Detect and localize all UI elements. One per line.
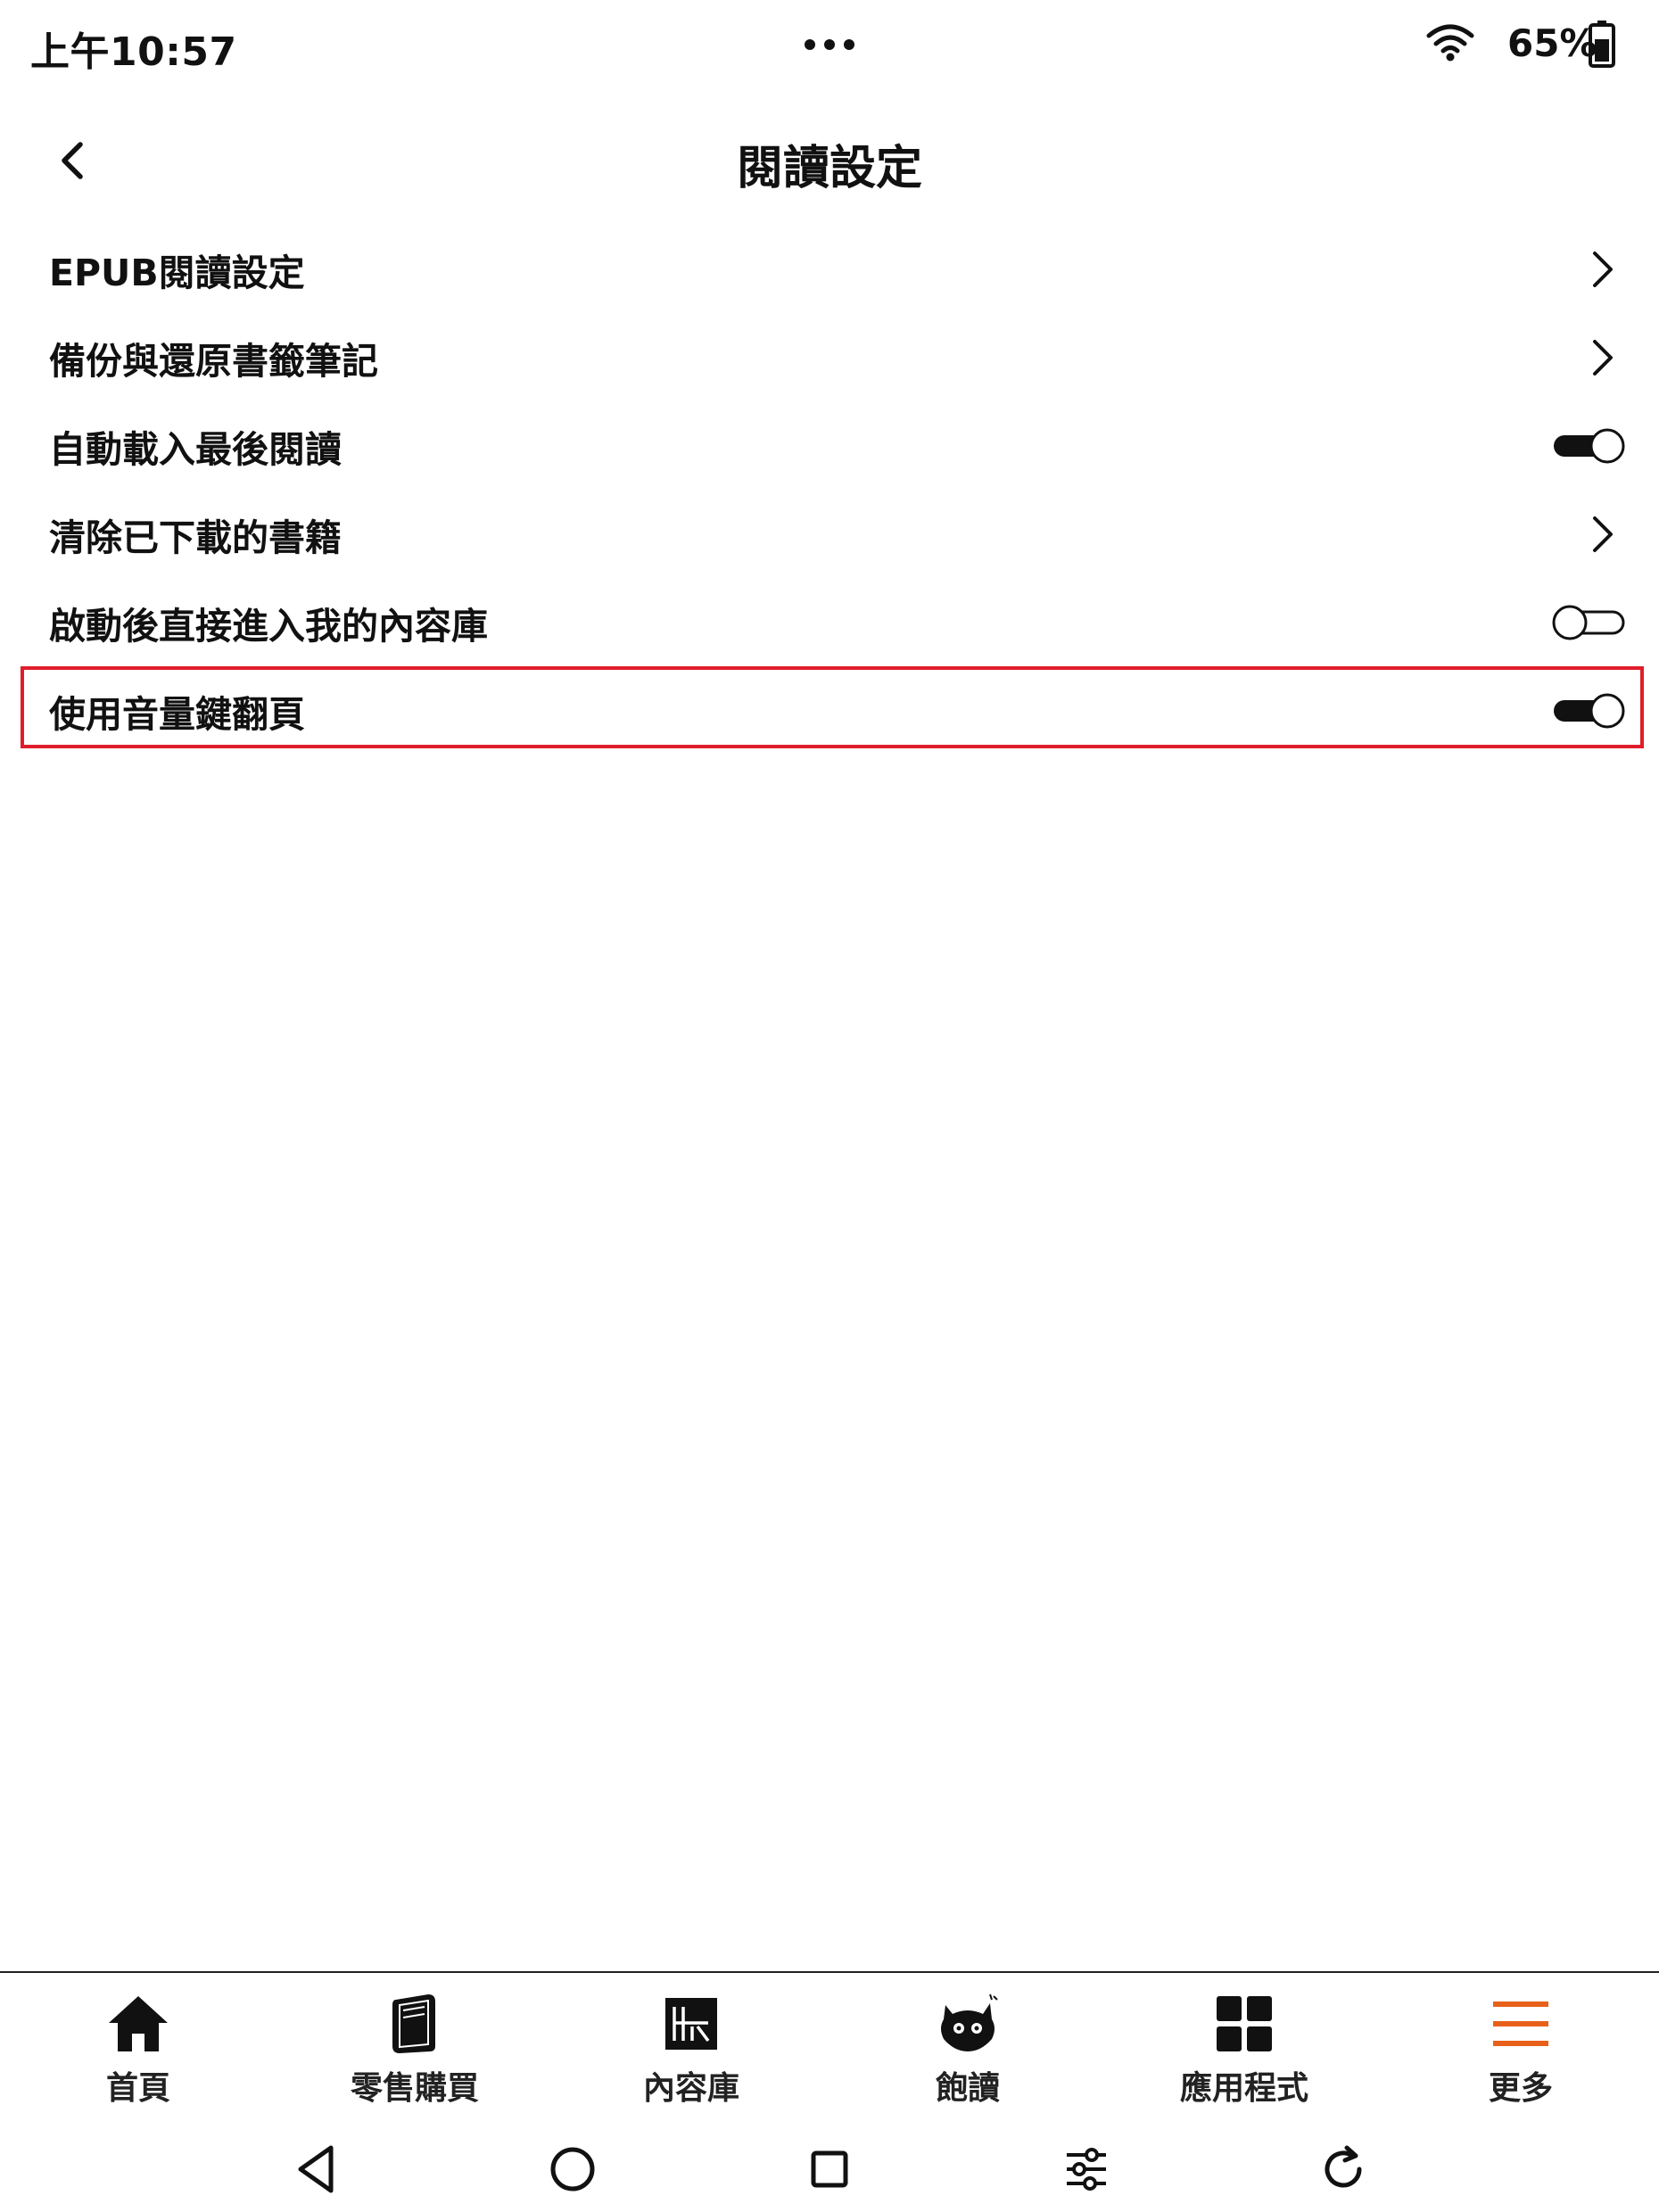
setting-label: 備份與還原書籤筆記 bbox=[49, 339, 378, 383]
menu-icon bbox=[1493, 2002, 1548, 2046]
setting-label: 使用音量鍵翻頁 bbox=[49, 692, 305, 736]
page-title: 閱讀設定 bbox=[736, 142, 922, 195]
page: 上午10:57 65% 閱讀設定 EPUB閱讀設定 備份與還原書籤筆記 自動載入… bbox=[0, 0, 1659, 2212]
setting-clear-downloads[interactable]: 清除已下載的書籍 bbox=[0, 490, 1659, 578]
toggle-switch-off[interactable] bbox=[1552, 605, 1627, 640]
settings-sliders-icon[interactable] bbox=[1060, 2142, 1113, 2196]
toggle-switch-on[interactable] bbox=[1552, 428, 1627, 464]
battery-percent: 65% bbox=[1507, 21, 1597, 65]
nav-label: 零售購買 bbox=[350, 2070, 479, 2107]
nav-home[interactable]: 首頁 bbox=[0, 1973, 276, 2116]
setting-open-library[interactable]: 啟動後直接進入我的內容庫 bbox=[0, 578, 1659, 666]
setting-label: 清除已下載的書籍 bbox=[49, 516, 342, 559]
setting-label: 啟動後直接進入我的內容庫 bbox=[49, 604, 488, 648]
status-bar: 上午10:57 65% bbox=[0, 0, 1659, 93]
header: 閱讀設定 bbox=[0, 107, 1659, 214]
more-dots-icon bbox=[805, 39, 854, 50]
setting-epub[interactable]: EPUB閱讀設定 bbox=[0, 225, 1659, 313]
library-icon bbox=[665, 1998, 717, 2050]
mascot-icon bbox=[941, 1993, 998, 2051]
nav-more[interactable]: 更多 bbox=[1382, 1973, 1659, 2116]
nav-library[interactable]: 內容庫 bbox=[553, 1973, 830, 2116]
battery-icon bbox=[1589, 21, 1615, 68]
nav-label: 內容庫 bbox=[642, 2070, 739, 2107]
back-triangle-icon[interactable] bbox=[290, 2142, 343, 2196]
nav-label: 更多 bbox=[1488, 2070, 1553, 2107]
setting-volume-key-page[interactable]: 使用音量鍵翻頁 bbox=[0, 666, 1659, 755]
settings-list: EPUB閱讀設定 備份與還原書籤筆記 自動載入最後閱讀 清除已下載的書籍 啟動後… bbox=[0, 225, 1659, 755]
nav-subscription[interactable]: 飽讀 bbox=[830, 1973, 1106, 2116]
status-time: 上午10:57 bbox=[30, 29, 237, 75]
bottom-nav: 首頁 零售購買 內容庫 飽讀 應用程式 更多 bbox=[0, 1973, 1659, 2116]
apps-grid-icon bbox=[1217, 1996, 1272, 2051]
toggle-switch-on[interactable] bbox=[1552, 693, 1627, 729]
nav-label: 首頁 bbox=[105, 2070, 170, 2107]
recents-square-icon[interactable] bbox=[803, 2142, 856, 2196]
refresh-icon[interactable] bbox=[1316, 2142, 1370, 2196]
book-icon bbox=[392, 1994, 435, 2053]
home-icon bbox=[109, 1996, 168, 2051]
chevron-right-icon bbox=[1593, 516, 1613, 552]
nav-retail[interactable]: 零售購買 bbox=[276, 1973, 553, 2116]
nav-label: 應用程式 bbox=[1179, 2070, 1308, 2107]
chevron-right-icon bbox=[1593, 339, 1613, 376]
setting-label: 自動載入最後閱讀 bbox=[49, 427, 342, 471]
nav-label: 飽讀 bbox=[935, 2070, 1000, 2107]
chevron-right-icon bbox=[1593, 251, 1613, 287]
setting-backup-restore[interactable]: 備份與還原書籤筆記 bbox=[0, 313, 1659, 401]
wifi-icon bbox=[1426, 24, 1474, 62]
system-nav bbox=[0, 2123, 1659, 2212]
home-circle-icon[interactable] bbox=[546, 2142, 599, 2196]
nav-apps[interactable]: 應用程式 bbox=[1106, 1973, 1382, 2116]
setting-label: EPUB閱讀設定 bbox=[49, 251, 305, 294]
setting-auto-load[interactable]: 自動載入最後閱讀 bbox=[0, 401, 1659, 490]
